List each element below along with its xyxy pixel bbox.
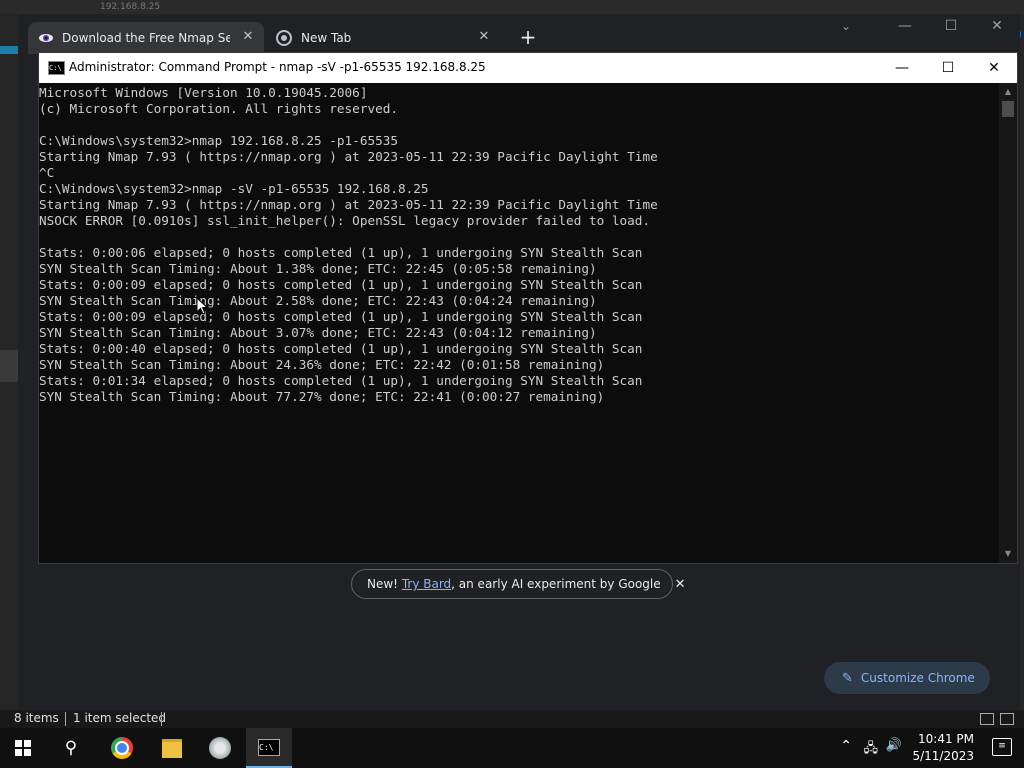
system-tray: ⌃ 🖧 🔊 10:41 PM 5/11/2023 ≡: [824, 728, 1024, 768]
notifications-icon[interactable]: ≡: [992, 738, 1012, 756]
search-icon[interactable]: ⚲: [48, 728, 94, 768]
new-tab-plus-icon[interactable]: +: [518, 27, 538, 48]
volume-icon[interactable]: 🔊: [886, 738, 902, 753]
close-icon[interactable]: ✕: [675, 577, 686, 592]
close-icon[interactable]: ✕: [974, 14, 1020, 38]
tab-nmap-download[interactable]: Download the Free Nmap Securi ✕: [28, 22, 264, 54]
chrome-icon[interactable]: [99, 728, 145, 768]
taskbar: ⚲ C:\ ⌃ 🖧 🔊 10:41 PM 5/11/2023 ≡: [0, 728, 1024, 768]
nmap-eye-icon: [39, 34, 53, 42]
clock[interactable]: 10:41 PM 5/11/2023: [912, 731, 974, 765]
show-hidden-icons-chevron-icon[interactable]: ⌃: [840, 738, 852, 754]
cmd-window-title: Administrator: Command Prompt - nmap -sV…: [69, 60, 486, 74]
scroll-down-arrow-icon[interactable]: ▼: [999, 547, 1017, 561]
explorer-address-fragment: 192.168.8.25: [100, 2, 161, 12]
pencil-icon: ✎: [842, 670, 853, 686]
large-icons-view-icon[interactable]: [1000, 713, 1014, 725]
cmd-window-controls: — ☐ ✕: [879, 53, 1017, 83]
explorer-status-bar: 8 items 1 item selected: [0, 710, 1024, 728]
cmd-titlebar[interactable]: C:\ Administrator: Command Prompt - nmap…: [39, 53, 1017, 83]
tab-new-tab[interactable]: New Tab ✕: [266, 22, 500, 54]
customize-chrome-button[interactable]: ✎ Customize Chrome: [824, 662, 990, 694]
status-selection: 1 item selected: [73, 711, 167, 725]
chrome-window-controls: — ☐ ✕: [882, 14, 1020, 42]
try-bard-link[interactable]: Try Bard: [402, 577, 451, 591]
mouse-cursor-icon: [196, 297, 208, 315]
explorer-nav-item[interactable]: [0, 350, 18, 382]
tab-title: New Tab: [301, 31, 352, 45]
nmap-zenmap-icon[interactable]: [197, 728, 243, 768]
close-tab-icon[interactable]: ✕: [240, 29, 256, 45]
divider: [161, 712, 162, 726]
explorer-nav-highlight: [0, 46, 18, 54]
bard-promo-chip[interactable]: New! Try Bard, an early AI experiment by…: [351, 569, 686, 599]
clock-time: 10:41 PM: [918, 732, 974, 746]
customize-chrome-label: Customize Chrome: [860, 671, 975, 685]
chrome-tabstrip: Download the Free Nmap Securi ✕ New Tab …: [18, 14, 1020, 54]
console-text: Microsoft Windows [Version 10.0.19045.20…: [39, 85, 658, 404]
minimize-icon[interactable]: —: [882, 14, 928, 38]
command-prompt-window[interactable]: C:\ Administrator: Command Prompt - nmap…: [38, 52, 1018, 564]
file-explorer-icon[interactable]: [149, 728, 195, 768]
maximize-icon[interactable]: ☐: [928, 14, 974, 38]
clock-date: 5/11/2023: [912, 749, 974, 763]
tab-search-chevron-icon[interactable]: ⌄: [836, 16, 856, 36]
console-output[interactable]: Microsoft Windows [Version 10.0.19045.20…: [39, 83, 999, 563]
command-prompt-icon[interactable]: C:\: [246, 728, 292, 768]
windows-start-icon[interactable]: [0, 728, 46, 768]
cmd-scrollbar[interactable]: ▲ ▼: [999, 83, 1017, 563]
status-item-count: 8 items: [14, 711, 59, 725]
details-view-icon[interactable]: [980, 713, 994, 725]
chrome-icon: [276, 30, 292, 46]
maximize-icon[interactable]: ☐: [925, 53, 971, 83]
close-tab-icon[interactable]: ✕: [476, 29, 492, 45]
explorer-title-strip: 192.168.8.25: [0, 0, 1024, 14]
bard-suffix: , an early AI experiment by Google: [451, 577, 661, 591]
explorer-left-edge: [0, 14, 18, 710]
close-icon[interactable]: ✕: [971, 53, 1017, 83]
tab-title: Download the Free Nmap Securi: [62, 31, 230, 45]
bard-prefix: New!: [367, 577, 402, 591]
scroll-thumb[interactable]: [1002, 101, 1014, 117]
bard-promo-text: New! Try Bard, an early AI experiment by…: [367, 577, 661, 591]
minimize-icon[interactable]: —: [879, 53, 925, 83]
scroll-up-arrow-icon[interactable]: ▲: [999, 85, 1017, 99]
view-toggle-group: [980, 713, 1014, 725]
divider: [65, 712, 66, 726]
network-icon[interactable]: 🖧: [864, 739, 879, 761]
command-prompt-icon: C:\: [48, 61, 65, 75]
